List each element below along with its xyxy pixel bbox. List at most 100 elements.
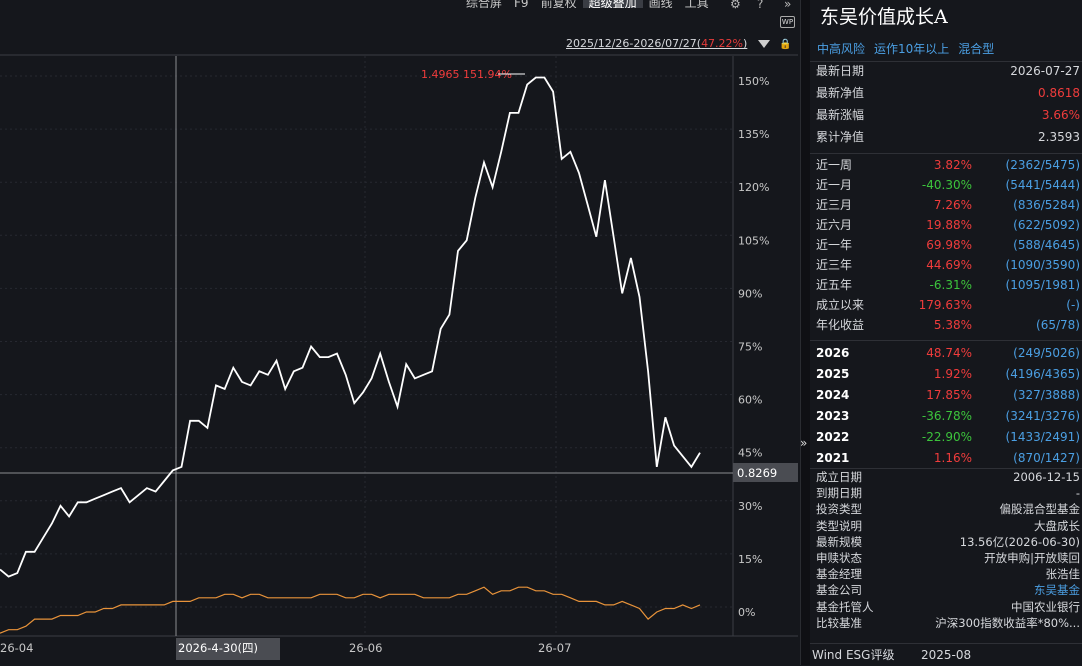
info-value: 中国农业银行 bbox=[1011, 599, 1080, 614]
panel-divider[interactable] bbox=[800, 0, 810, 665]
info-value: - bbox=[1075, 486, 1080, 501]
period-return: 44.69% bbox=[926, 258, 972, 272]
year-label: 2024 bbox=[816, 388, 850, 402]
period-row[interactable]: 近六月 19.88% (622/5092) bbox=[816, 217, 1080, 233]
current-value-label: 0.8269 bbox=[737, 466, 777, 480]
y-tick-label: 15% bbox=[738, 553, 762, 566]
year-rank: (4196/4365) bbox=[1005, 367, 1080, 381]
latest-label: 最新净值 bbox=[816, 86, 865, 100]
toolbar-item[interactable]: F9 bbox=[508, 0, 535, 8]
year-row[interactable]: 2021 1.16% (870/1427) bbox=[816, 450, 1080, 466]
info-label: 到期日期 bbox=[816, 486, 862, 501]
info-row: 基金经理 张浩佳 bbox=[816, 567, 1080, 583]
divider bbox=[810, 61, 1082, 62]
info-value: 沪深300指数收益率*80%... bbox=[935, 615, 1080, 630]
series-line-benchmark bbox=[0, 586, 701, 634]
date-range-selector[interactable]: 2025/12/26-2026/07/27(47.22%) bbox=[566, 37, 747, 50]
date-range-text: 2025/12/26-2026/07/27( bbox=[566, 37, 702, 50]
year-rank: (870/1427) bbox=[1013, 451, 1080, 465]
range-dropdown-icon[interactable] bbox=[758, 40, 770, 48]
period-row[interactable]: 近一周 3.82% (2362/5475) bbox=[816, 157, 1080, 173]
y-tick-label: 30% bbox=[738, 500, 762, 513]
year-return: 1.92% bbox=[933, 367, 972, 381]
period-return: -40.30% bbox=[921, 178, 972, 192]
latest-row: 最新净值 0.8618 bbox=[816, 85, 1080, 101]
tag-risk[interactable]: 中高风险 bbox=[817, 40, 865, 57]
y-tick-label: 75% bbox=[738, 341, 762, 354]
performance-chart[interactable]: 150%135%120%105%90%75%60%45%30%15%0%1.49… bbox=[0, 53, 798, 665]
double-chevron-right-icon[interactable]: » bbox=[784, 0, 791, 10]
period-label: 近六月 bbox=[816, 218, 853, 232]
year-label: 2025 bbox=[816, 367, 850, 381]
period-rank: (5441/5444) bbox=[1005, 178, 1080, 192]
year-label: 2023 bbox=[816, 409, 850, 423]
info-label: 比较基准 bbox=[816, 615, 862, 630]
esg-rating-row[interactable]: Wind ESG评级 2025-08 bbox=[810, 643, 1082, 665]
period-rank: (-) bbox=[1066, 298, 1080, 312]
collapse-panel-icon[interactable]: » bbox=[800, 436, 807, 450]
period-row[interactable]: 近三年 44.69% (1090/3590) bbox=[816, 257, 1080, 273]
period-return: 5.38% bbox=[933, 318, 972, 332]
period-rank: (1090/3590) bbox=[1005, 258, 1080, 272]
period-row[interactable]: 近三月 7.26% (836/5284) bbox=[816, 197, 1080, 213]
info-row: 基金托管人 中国农业银行 bbox=[816, 600, 1080, 616]
year-row[interactable]: 2026 48.74% (249/5026) bbox=[816, 345, 1080, 361]
esg-label: Wind ESG评级 bbox=[812, 648, 895, 662]
info-label: 基金经理 bbox=[816, 567, 862, 582]
period-row[interactable]: 近五年 -6.31% (1095/1981) bbox=[816, 277, 1080, 293]
latest-row: 最新日期 2026-07-27 bbox=[816, 63, 1080, 79]
period-return: 7.26% bbox=[933, 198, 972, 212]
period-rank: (622/5092) bbox=[1013, 218, 1080, 232]
x-tick-label: 26-07 bbox=[538, 641, 571, 655]
year-rank: (249/5026) bbox=[1013, 346, 1080, 360]
toolbar-item[interactable]: 综合屏 bbox=[460, 0, 508, 8]
period-rank: (588/4645) bbox=[1013, 238, 1080, 252]
y-tick-label: 150% bbox=[738, 75, 769, 88]
help-icon[interactable]: ? bbox=[757, 0, 763, 10]
fund-info-panel: 东吴价值成长A 中高风险 运作10年以上 混合型 最新日期 2026-07-27 最… bbox=[810, 0, 1082, 665]
info-label: 基金公司 bbox=[816, 583, 862, 598]
latest-value: 2.3593 bbox=[1038, 130, 1080, 144]
toolbar-item[interactable]: 工具 bbox=[679, 0, 715, 8]
period-row[interactable]: 近一年 69.98% (588/4645) bbox=[816, 237, 1080, 253]
fund-name: 东吴价值成长A bbox=[820, 6, 948, 28]
period-label: 近三月 bbox=[816, 198, 853, 212]
tag-duration[interactable]: 运作10年以上 bbox=[874, 40, 949, 57]
toolbar-item[interactable]: 前复权 bbox=[535, 0, 583, 8]
x-tick-label: 2026-4-30(四) bbox=[178, 641, 258, 655]
year-return: 1.16% bbox=[933, 451, 972, 465]
info-label: 投资类型 bbox=[816, 502, 862, 517]
info-label: 最新规模 bbox=[816, 534, 862, 549]
year-return: 17.85% bbox=[926, 388, 972, 402]
toolbar-item[interactable]: 超级叠加 bbox=[582, 0, 643, 8]
gear-icon[interactable]: ⚙ bbox=[730, 0, 741, 10]
period-label: 近三年 bbox=[816, 258, 853, 272]
y-tick-label: 60% bbox=[738, 394, 762, 407]
lock-icon[interactable]: 🔒 bbox=[779, 39, 791, 50]
year-rank: (1433/2491) bbox=[1005, 430, 1080, 444]
year-row[interactable]: 2025 1.92% (4196/4365) bbox=[816, 366, 1080, 382]
x-tick-label: 26-06 bbox=[349, 641, 382, 655]
year-row[interactable]: 2023 -36.78% (3241/3276) bbox=[816, 408, 1080, 424]
x-tick-label: 26-04 bbox=[0, 641, 33, 655]
info-value[interactable]: 东吴基金 bbox=[1034, 583, 1080, 598]
year-label: 2021 bbox=[816, 451, 850, 465]
info-value: 2006-12-15 bbox=[1013, 470, 1080, 484]
period-row[interactable]: 近一月 -40.30% (5441/5444) bbox=[816, 177, 1080, 193]
year-rank: (327/3888) bbox=[1013, 388, 1080, 402]
toolbar-item[interactable]: 画线 bbox=[643, 0, 679, 8]
period-label: 近一年 bbox=[816, 238, 853, 252]
wp-badge-icon[interactable]: WP bbox=[780, 16, 795, 28]
fund-tags: 中高风险 运作10年以上 混合型 bbox=[817, 40, 994, 57]
year-row[interactable]: 2022 -22.90% (1433/2491) bbox=[816, 429, 1080, 445]
latest-row: 最新涨幅 3.66% bbox=[816, 107, 1080, 123]
info-row: 投资类型 偏股混合型基金 bbox=[816, 502, 1080, 518]
info-value: 偏股混合型基金 bbox=[999, 502, 1081, 517]
tag-type[interactable]: 混合型 bbox=[958, 40, 994, 57]
year-return: 48.74% bbox=[926, 346, 972, 360]
period-row[interactable]: 年化收益 5.38% (65/78) bbox=[816, 317, 1080, 333]
period-rank: (2362/5475) bbox=[1005, 158, 1080, 172]
year-row[interactable]: 2024 17.85% (327/3888) bbox=[816, 387, 1080, 403]
info-value: 开放申购|开放赎回 bbox=[984, 551, 1080, 565]
period-row[interactable]: 成立以来 179.63% (-) bbox=[816, 297, 1080, 313]
